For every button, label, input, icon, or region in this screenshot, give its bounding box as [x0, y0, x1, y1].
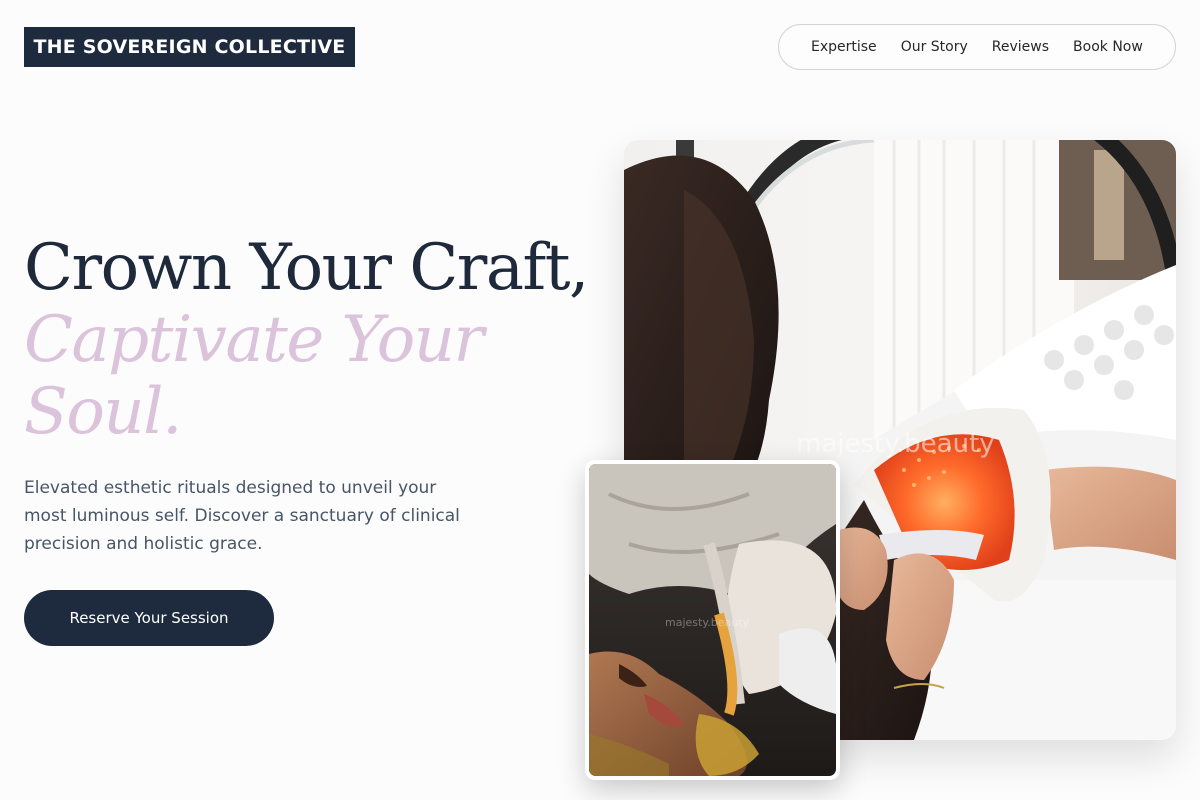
main-nav: Expertise Our Story Reviews Book Now [778, 24, 1176, 70]
main-photo-watermark: majesty.beauty [796, 429, 995, 459]
hero-headline: Crown Your Craft, [24, 231, 589, 305]
brand-logo[interactable]: THE SOVEREIGN COLLECTIVE [24, 27, 355, 67]
nav-item-expertise[interactable]: Expertise [811, 39, 877, 55]
brand-name: THE SOVEREIGN COLLECTIVE [33, 36, 346, 58]
reserve-session-button[interactable]: Reserve Your Session [24, 590, 274, 646]
nav-item-book-now[interactable]: Book Now [1073, 39, 1143, 55]
inset-photo-mask-application: majesty.beauty [585, 460, 840, 780]
nav-item-reviews[interactable]: Reviews [992, 39, 1049, 55]
hero-lead-text: Elevated esthetic rituals designed to un… [24, 478, 460, 554]
hero-headline-accent: Captivate Your Soul. [24, 303, 484, 449]
inset-photo-watermark: majesty.beauty [665, 616, 750, 629]
nav-item-our-story[interactable]: Our Story [901, 39, 968, 55]
